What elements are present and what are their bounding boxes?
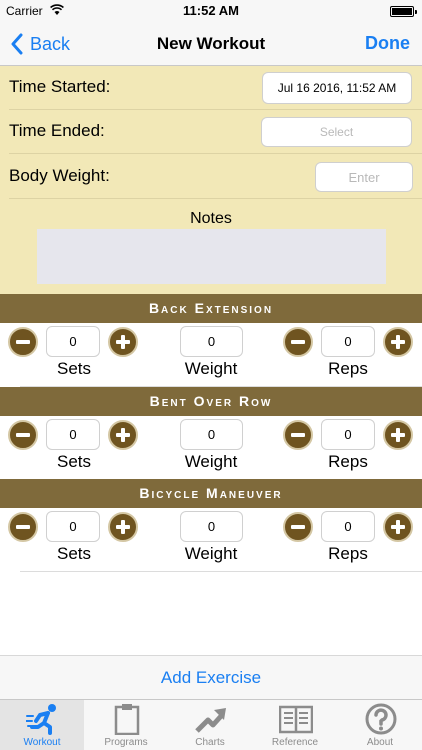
reps-value-field[interactable]: 0 xyxy=(321,511,375,542)
sets-plus-button[interactable] xyxy=(108,327,138,357)
tab-charts[interactable]: Charts xyxy=(168,700,252,750)
tab-about[interactable]: About xyxy=(338,700,422,750)
reps-minus-button[interactable] xyxy=(283,512,313,542)
body-weight-field[interactable]: Enter xyxy=(315,162,413,192)
reps-caption: Reps xyxy=(328,544,368,563)
reps-plus-button[interactable] xyxy=(383,512,413,542)
reps-plus-button[interactable] xyxy=(383,420,413,450)
time-ended-row: Time Ended: Select xyxy=(0,110,422,154)
tab-programs[interactable]: Programs xyxy=(84,700,168,750)
sets-plus-button[interactable] xyxy=(108,420,138,450)
page-title: New Workout xyxy=(156,34,266,53)
battery-icon xyxy=(390,6,417,17)
reps-value-field[interactable]: 0 xyxy=(321,326,375,357)
tab-workout-label: Workout xyxy=(23,737,61,748)
tab-reference[interactable]: Reference xyxy=(253,700,337,750)
time-started-label: Time Started: xyxy=(9,77,111,96)
weight-value-field[interactable]: 0 xyxy=(180,326,243,357)
tab-charts-label: Charts xyxy=(195,737,225,748)
sets-minus-button[interactable] xyxy=(8,512,38,542)
weight-caption: Weight xyxy=(184,452,238,471)
tab-programs-label: Programs xyxy=(104,737,148,748)
exercise-header: Back Extension xyxy=(0,294,422,323)
weight-caption: Weight xyxy=(184,544,238,563)
sets-caption: Sets xyxy=(56,452,92,471)
clipboard-icon xyxy=(114,704,140,735)
body-weight-row: Body Weight: Enter xyxy=(0,155,422,199)
sets-value-field[interactable]: 0 xyxy=(46,326,100,357)
time-started-row: Time Started: Jul 16 2016, 11:52 AM xyxy=(0,66,422,110)
sets-value-field[interactable]: 0 xyxy=(46,511,100,542)
done-button[interactable]: Done xyxy=(365,33,410,54)
question-icon xyxy=(365,703,397,735)
exercise-header: Bicycle Maneuver xyxy=(0,479,422,508)
sets-caption: Sets xyxy=(56,359,92,378)
status-time: 11:52 AM xyxy=(183,3,239,18)
sets-minus-button[interactable] xyxy=(8,327,38,357)
reps-plus-button[interactable] xyxy=(383,327,413,357)
exercise-stepper-row: 0 Sets 0 Weight 0 Reps xyxy=(0,416,422,480)
navigation-bar: Back New Workout Done xyxy=(0,22,422,66)
add-exercise-button[interactable]: Add Exercise xyxy=(0,655,422,699)
reps-minus-button[interactable] xyxy=(283,420,313,450)
reps-caption: Reps xyxy=(328,452,368,471)
tab-workout[interactable]: Workout xyxy=(0,700,84,750)
time-started-field[interactable]: Jul 16 2016, 11:52 AM xyxy=(262,72,412,104)
reps-caption: Reps xyxy=(328,359,368,378)
tab-reference-label: Reference xyxy=(271,737,319,748)
exercise-header: Bent Over Row xyxy=(0,387,422,416)
time-ended-label: Time Ended: xyxy=(9,121,105,140)
sets-value-field[interactable]: 0 xyxy=(46,419,100,450)
weight-value-field[interactable]: 0 xyxy=(180,419,243,450)
exercise-stepper-row: 0 Sets 0 Weight 0 Reps xyxy=(0,323,422,387)
sets-plus-button[interactable] xyxy=(108,512,138,542)
status-bar: Carrier 11:52 AM xyxy=(0,0,422,22)
trend-arrow-icon xyxy=(195,708,226,733)
notes-label: Notes xyxy=(190,210,232,227)
sets-caption: Sets xyxy=(56,544,92,563)
tab-bar: Workout Programs Charts Reference About xyxy=(0,699,422,750)
reps-value-field[interactable]: 0 xyxy=(321,419,375,450)
workout-form: Time Started: Jul 16 2016, 11:52 AM Time… xyxy=(0,66,422,294)
tab-about-label: About xyxy=(366,737,394,748)
weight-value-field[interactable]: 0 xyxy=(180,511,243,542)
book-icon xyxy=(279,705,313,734)
weight-caption: Weight xyxy=(184,359,238,378)
time-ended-field[interactable]: Select xyxy=(261,117,412,147)
body-weight-label: Body Weight: xyxy=(9,166,110,185)
runner-icon xyxy=(26,704,56,735)
exercise-stepper-row: 0 Sets 0 Weight 0 Reps xyxy=(0,508,422,572)
reps-minus-button[interactable] xyxy=(283,327,313,357)
sets-minus-button[interactable] xyxy=(8,420,38,450)
notes-textarea[interactable] xyxy=(37,229,386,284)
